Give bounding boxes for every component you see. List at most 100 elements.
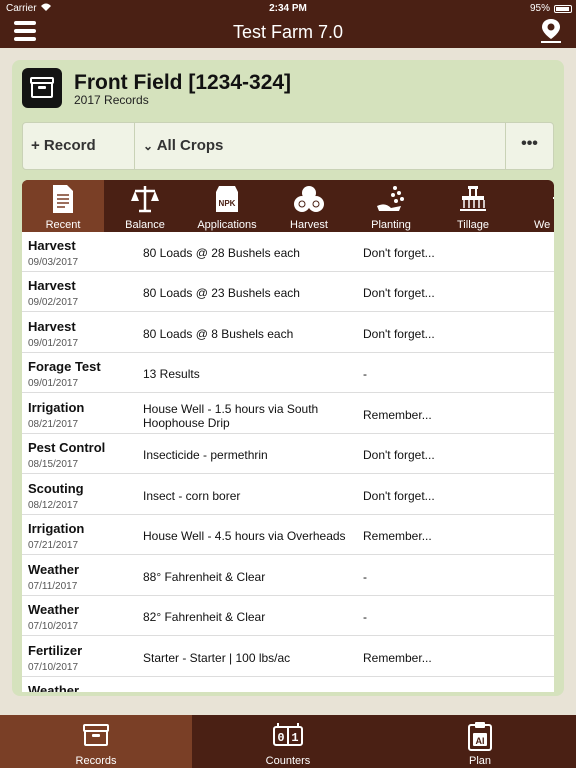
category-tabs: Recent Balance NPK Applications Harvest … — [22, 180, 554, 232]
record-type: Harvest — [28, 319, 76, 334]
record-date: 09/01/2017 — [28, 338, 79, 349]
app-title: Test Farm 7.0 — [232, 22, 344, 42]
record-date: 09/01/2017 — [28, 378, 79, 389]
tab-label: Plan — [468, 755, 492, 767]
record-description: House Well - 4.5 hours via Overheads — [143, 529, 346, 543]
svg-text:NPK: NPK — [219, 199, 236, 208]
record-type: Irrigation — [28, 400, 85, 415]
tab-harvest[interactable]: Harvest — [268, 180, 350, 232]
record-note: - — [363, 610, 367, 624]
record-note: Don't forget... — [363, 327, 435, 341]
tab-counters[interactable]: 0 1 Counters — [192, 715, 384, 768]
record-row[interactable]: Scouting 08/12/2017 Insect - corn borer … — [22, 475, 554, 515]
record-date: 08/21/2017 — [28, 419, 79, 430]
record-description: Starter - Starter | 100 lbs/ac — [143, 651, 291, 665]
records-box-icon — [22, 68, 62, 108]
tab-applications[interactable]: NPK Applications — [186, 180, 268, 232]
record-type: Weather — [28, 683, 80, 692]
record-row[interactable]: Harvest 09/02/2017 80 Loads @ 23 Bushels… — [22, 272, 554, 312]
record-description: 80 Loads @ 23 Bushels each — [143, 286, 300, 300]
status-time: 2:34 PM — [269, 3, 307, 14]
tab-label: Records — [75, 755, 117, 767]
tab-label: Counters — [265, 755, 311, 767]
record-type: Harvest — [28, 238, 76, 253]
record-row[interactable]: Weather 07/10/2017 82° Fahrenheit & Clea… — [22, 596, 554, 636]
record-type: Pest Control — [28, 440, 106, 455]
field-subtitle: 2017 Records — [74, 93, 149, 107]
record-toolbar: + Record ⌄ All Crops ••• — [22, 122, 554, 170]
scale-icon — [131, 186, 159, 213]
record-date: 09/03/2017 — [28, 257, 79, 268]
counter-icon: 0 1 — [273, 723, 303, 746]
tab-weather[interactable]: We — [514, 180, 554, 232]
record-row[interactable]: Pest Control 08/15/2017 Insecticide - pe… — [22, 434, 554, 474]
add-record-button[interactable]: + Record — [23, 123, 135, 169]
record-row[interactable]: Irrigation 07/21/2017 House Well - 4.5 h… — [22, 515, 554, 555]
record-note: Remember... — [363, 408, 432, 422]
record-note: Remember... — [363, 651, 432, 665]
record-description: House Well - 1.5 hours via South Hoophou… — [143, 402, 319, 430]
field-title: Front Field [1234-324] — [74, 71, 292, 94]
tab-label: Recent — [45, 219, 81, 231]
record-description: 80 Loads @ 28 Bushels each — [143, 246, 300, 260]
tab-label: Planting — [371, 219, 411, 231]
tab-label: Tillage — [457, 219, 489, 231]
record-date: 08/12/2017 — [28, 500, 79, 511]
record-description: 80 Loads @ 8 Bushels each — [143, 327, 294, 341]
record-type: Weather — [28, 602, 80, 617]
tab-label: We — [534, 219, 551, 231]
record-description: Insect - corn borer — [143, 489, 241, 503]
tab-label: Balance — [125, 219, 165, 231]
records-box-icon — [83, 724, 109, 746]
tab-records[interactable]: Records — [0, 715, 192, 768]
record-row[interactable]: Harvest 09/01/2017 80 Loads @ 8 Bushels … — [22, 313, 554, 353]
battery-icon — [554, 5, 572, 13]
record-type: Fertilizer — [28, 643, 83, 658]
record-type: Scouting — [28, 481, 84, 496]
record-date: 07/11/2017 — [28, 581, 78, 592]
tab-plan[interactable]: AI Plan — [384, 715, 576, 768]
battery-percent: 95% — [529, 3, 550, 14]
record-note: - — [363, 570, 367, 584]
tab-label: Harvest — [290, 219, 328, 231]
record-description: 88° Fahrenheit & Clear — [143, 570, 266, 584]
svg-text:AI: AI — [476, 736, 485, 746]
svg-text:1: 1 — [291, 731, 298, 745]
record-type: Forage Test — [28, 359, 101, 374]
field-card: Front Field [1234-324] 2017 Records + Re… — [12, 60, 564, 696]
record-note: Don't forget... — [363, 246, 435, 260]
crop-filter-dropdown[interactable]: ⌄ All Crops — [135, 123, 507, 169]
tab-planting[interactable]: Planting — [350, 180, 432, 232]
record-row[interactable]: Weather — [22, 677, 554, 692]
record-description: Insecticide - permethrin — [143, 448, 268, 462]
tractor-icon — [460, 186, 486, 211]
tab-recent[interactable]: Recent — [22, 180, 104, 232]
record-date: 07/21/2017 — [28, 540, 79, 551]
hay-bales-icon — [294, 186, 324, 212]
status-bar: Carrier 2:34 PM 95% — [0, 2, 576, 16]
record-date: 07/10/2017 — [28, 662, 79, 673]
record-row[interactable]: Forage Test 09/01/2017 13 Results - — [22, 353, 554, 393]
records-list: Harvest 09/03/2017 80 Loads @ 28 Bushels… — [22, 232, 554, 692]
location-pin-icon[interactable] — [540, 18, 562, 44]
clipboard-ai-icon: AI — [468, 722, 492, 751]
record-note: - — [363, 367, 367, 381]
record-row[interactable]: Fertilizer 07/10/2017 Starter - Starter … — [22, 637, 554, 677]
record-row[interactable]: Harvest 09/03/2017 80 Loads @ 28 Bushels… — [22, 232, 554, 272]
record-type: Weather — [28, 562, 80, 577]
record-note: Don't forget... — [363, 286, 435, 300]
more-options-button[interactable]: ••• — [505, 123, 553, 169]
record-description: 82° Fahrenheit & Clear — [143, 610, 266, 624]
weather-icon — [553, 197, 554, 199]
record-row[interactable]: Weather 07/11/2017 88° Fahrenheit & Clea… — [22, 556, 554, 596]
record-date: 08/15/2017 — [28, 459, 79, 470]
chevron-down-icon: ⌄ — [143, 139, 154, 153]
record-date: 07/10/2017 — [28, 621, 79, 632]
record-description: 13 Results — [143, 367, 200, 381]
document-icon — [53, 185, 73, 213]
record-row[interactable]: Irrigation 08/21/2017 House Well - 1.5 h… — [22, 394, 554, 434]
navigation-bar: Carrier 2:34 PM 95% Test Farm 7.0 — [0, 0, 576, 48]
tab-balance[interactable]: Balance — [104, 180, 186, 232]
record-type: Irrigation — [28, 521, 85, 536]
tab-tillage[interactable]: Tillage — [432, 180, 514, 232]
